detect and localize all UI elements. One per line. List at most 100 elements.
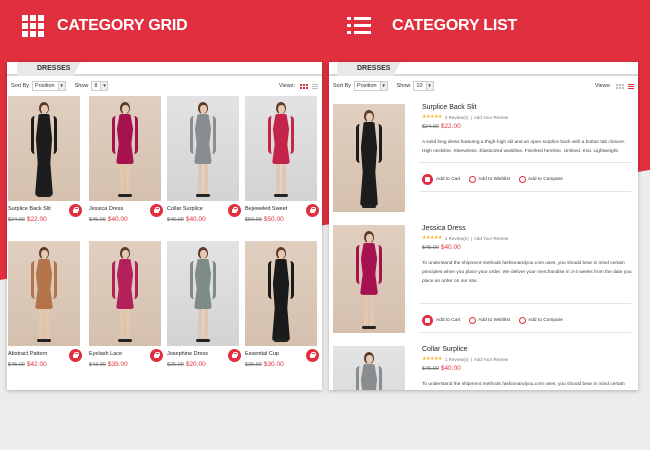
grid-product-card[interactable]: Collar Surplice $45.00 $40.00 (167, 96, 241, 223)
tab-dresses[interactable]: DRESSES (337, 62, 401, 76)
product-price: $45.00 $42.00 (8, 361, 80, 368)
review-count-link[interactable]: 1 Review(s) (445, 357, 469, 362)
product-price: $43.00 $39.00 (89, 361, 161, 368)
old-price: $43.00 (89, 362, 106, 368)
product-image[interactable] (333, 225, 405, 333)
review-count-link[interactable]: 2 Review(s) (445, 115, 469, 120)
add-review-link[interactable]: Add Your Review (474, 357, 508, 362)
show-label: Show (396, 83, 411, 89)
sort-by-select[interactable]: Position ▾ (32, 81, 66, 91)
product-info: Jessica Dress ★★★★★ 1 Review(s) | Add Your… (422, 225, 632, 286)
product-name[interactable]: Collar Surplice (422, 346, 632, 353)
product-price: $24.00 $22.00 (422, 123, 632, 130)
product-name[interactable]: Jessica Dress (422, 225, 632, 232)
sort-by-select[interactable]: Position ▾ (354, 81, 388, 91)
chevron-down-icon: ▾ (379, 82, 387, 90)
add-review-link[interactable]: Add Your Review (474, 236, 508, 241)
chevron-down-icon: ▾ (100, 82, 108, 90)
special-price: $39.00 (107, 361, 128, 368)
list-view-icon[interactable] (312, 83, 318, 89)
add-to-cart-button[interactable]: Add to Cart (422, 315, 460, 326)
add-review-link[interactable]: Add Your Review (474, 115, 508, 120)
product-price: $45.00 $40.00 (89, 216, 161, 223)
product-price: $24.00 $22.00 (8, 216, 80, 223)
old-price: $45.00 (422, 245, 439, 251)
add-to-compare-button[interactable]: Add to Compare (519, 317, 563, 324)
old-price: $35.00 (245, 362, 262, 368)
product-image[interactable] (167, 96, 239, 201)
tab-dresses[interactable]: DRESSES (17, 62, 81, 76)
product-image[interactable] (333, 346, 405, 390)
toolbar: Sort By Position ▾ Show 8 ▾ Views: (7, 78, 322, 94)
product-image[interactable] (245, 241, 317, 346)
product-image[interactable] (8, 96, 80, 201)
list-view-icon[interactable] (628, 83, 634, 89)
add-to-compare-label: Add to Compare (528, 177, 563, 182)
special-price: $40.00 (107, 216, 128, 223)
grid-product-card[interactable]: Josephine Dress $25.00 $20.00 (167, 241, 241, 368)
category-grid-header: CATEGORY GRID (22, 15, 188, 37)
category-grid-panel: DRESSES Sort By Position ▾ Show 8 ▾ View… (7, 62, 322, 390)
grid-product-card[interactable]: Jessica Dress $45.00 $40.00 (89, 96, 163, 223)
old-price: $45.00 (89, 217, 106, 223)
add-to-wishlist-button[interactable]: Add to Wishlist (469, 176, 510, 183)
old-price: $45.00 (422, 366, 439, 372)
product-rating: ★★★★★ 2 Review(s) | Add Your Review (422, 114, 632, 120)
special-price: $20.00 (185, 361, 206, 368)
chevron-down-icon: ▾ (425, 82, 433, 90)
grid-product-card[interactable]: Abstract Pattern $45.00 $42.00 (8, 241, 82, 368)
add-to-cart-button[interactable]: Add to Cart (422, 174, 460, 185)
show-select[interactable]: 10 ▾ (413, 81, 434, 91)
review-count-link[interactable]: 1 Review(s) (445, 236, 469, 241)
add-to-cart-icon[interactable] (150, 204, 163, 217)
special-price: $50.00 (263, 216, 284, 223)
product-image[interactable] (333, 104, 405, 212)
product-price: $45.00 $40.00 (422, 365, 632, 372)
grid-icon (22, 15, 44, 37)
add-to-compare-button[interactable]: Add to Compare (519, 176, 563, 183)
old-price: $24.00 (8, 217, 25, 223)
special-price: $22.00 (26, 216, 47, 223)
product-rating: ★★★★★ 1 Review(s) | Add Your Review (422, 235, 632, 241)
grid-product-card[interactable]: Surplice Back Slit $24.00 $22.00 (8, 96, 82, 223)
product-image[interactable] (167, 241, 239, 346)
product-image[interactable] (245, 96, 317, 201)
product-name[interactable]: Surplice Back Slit (422, 104, 632, 111)
add-to-cart-icon[interactable] (228, 349, 241, 362)
star-rating-icon: ★★★★★ (422, 356, 442, 362)
product-description: To understand the shipment methods fashi… (422, 382, 625, 387)
model-figure (349, 104, 389, 212)
add-to-cart-icon[interactable] (306, 349, 319, 362)
grid-product-card[interactable]: Eyelash Lace $43.00 $39.00 (89, 241, 163, 368)
product-image[interactable] (89, 96, 161, 201)
old-price: $45.00 (8, 362, 25, 368)
grid-view-icon[interactable] (616, 83, 624, 89)
divider (419, 303, 631, 304)
star-rating-icon: ★★★★★ (422, 114, 442, 120)
add-to-cart-icon[interactable] (228, 204, 241, 217)
grid-product-card[interactable]: Bejeweled Sweet $56.00 $50.00 (245, 96, 319, 223)
model-figure (24, 241, 64, 346)
old-price: $45.00 (167, 217, 184, 223)
add-to-cart-icon[interactable] (69, 349, 82, 362)
model-figure (105, 96, 145, 201)
grid-product-card[interactable]: Essential Cup $35.00 $30.00 (245, 241, 319, 368)
model-figure (261, 241, 301, 346)
product-image[interactable] (89, 241, 161, 346)
add-to-cart-icon[interactable] (69, 204, 82, 217)
product-price: $25.00 $20.00 (167, 361, 239, 368)
add-to-wishlist-button[interactable]: Add to Wishlist (469, 317, 510, 324)
views-label: Views: (278, 83, 295, 89)
category-list-title: CATEGORY LIST (392, 17, 518, 34)
product-actions: Add to Cart Add to Wishlist Add to Compare (422, 174, 572, 185)
model-figure (261, 96, 301, 201)
add-to-cart-label: Add to Cart (436, 177, 461, 182)
model-figure (183, 241, 223, 346)
show-select[interactable]: 8 ▾ (91, 81, 109, 91)
grid-view-icon[interactable] (300, 83, 308, 89)
product-actions: Add to Cart Add to Wishlist Add to Compare (422, 315, 572, 326)
add-to-cart-icon[interactable] (150, 349, 163, 362)
add-to-cart-icon[interactable] (306, 204, 319, 217)
sort-by-label: Sort By (333, 83, 352, 89)
product-image[interactable] (8, 241, 80, 346)
